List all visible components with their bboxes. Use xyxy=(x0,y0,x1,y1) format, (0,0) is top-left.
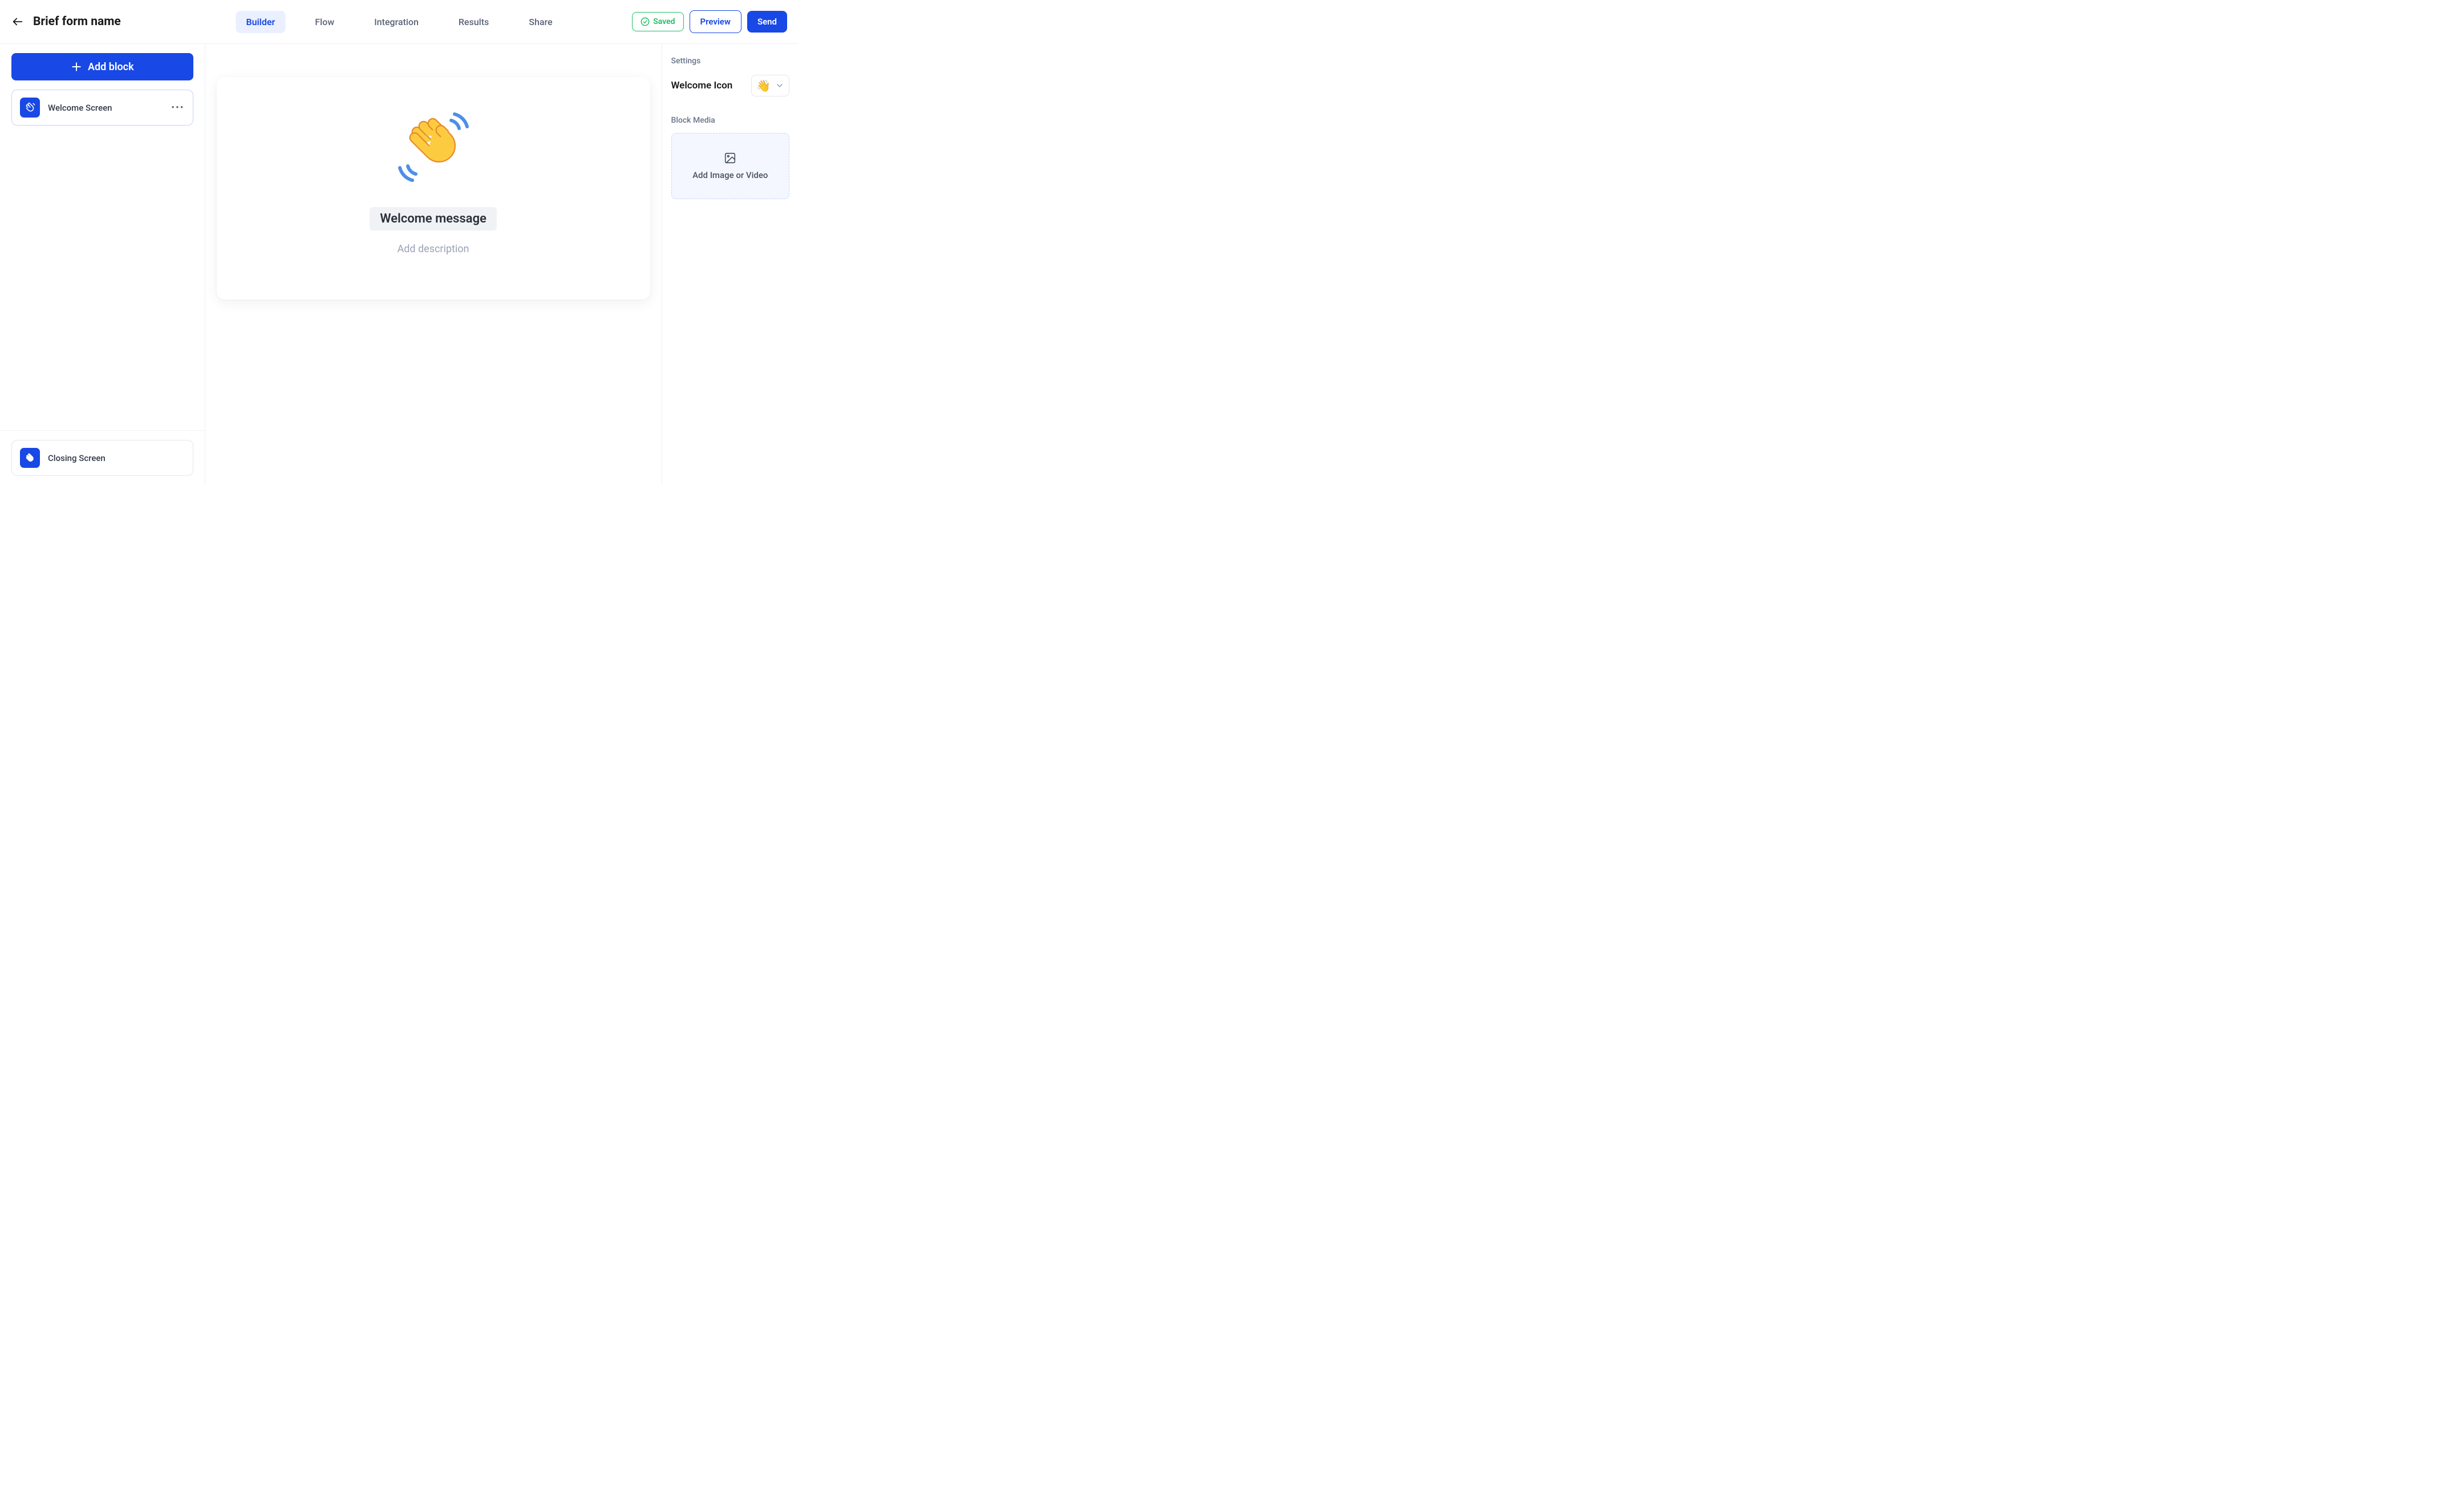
welcome-icon-row: Welcome Icon 👋 xyxy=(671,75,789,96)
form-title[interactable]: Brief form name xyxy=(33,15,121,29)
header-right: Saved Preview Send xyxy=(632,10,787,33)
builder-canvas: Welcome message Add description xyxy=(205,44,662,485)
plus-icon xyxy=(71,61,82,72)
blocks-sidebar: Add block Welcome Screen ••• Closing Scr… xyxy=(0,44,205,485)
tab-builder[interactable]: Builder xyxy=(236,11,285,33)
block-media-label: Block Media xyxy=(671,116,789,125)
welcome-icon-label: Welcome Icon xyxy=(671,80,733,91)
add-block-label: Add block xyxy=(88,61,134,73)
preview-button[interactable]: Preview xyxy=(690,10,741,33)
chevron-down-icon xyxy=(775,81,784,90)
block-item-label: Welcome Screen xyxy=(48,103,112,113)
block-item-welcome[interactable]: Welcome Screen ••• xyxy=(11,90,193,126)
settings-panel: Settings Welcome Icon 👋 Block Media Add … xyxy=(662,44,799,485)
wave-filled-icon xyxy=(25,452,36,464)
wave-outline-icon xyxy=(25,102,36,114)
check-circle-icon xyxy=(641,17,650,26)
wave-hand-small-icon: 👋 xyxy=(756,79,771,92)
welcome-description-input[interactable]: Add description xyxy=(398,243,469,255)
saved-label: Saved xyxy=(653,17,675,26)
header-left: Brief form name xyxy=(11,15,121,29)
saved-badge: Saved xyxy=(632,12,683,31)
app-header: Brief form name Builder Flow Integration… xyxy=(0,0,799,44)
welcome-block-icon xyxy=(20,98,40,118)
back-button[interactable] xyxy=(11,15,24,28)
arrow-left-icon xyxy=(11,15,24,28)
settings-title: Settings xyxy=(671,56,789,66)
sidebar-bottom: Closing Screen xyxy=(0,430,205,476)
closing-block-icon xyxy=(20,448,40,468)
header-tabs: Builder Flow Integration Results Share xyxy=(236,11,562,33)
image-icon xyxy=(724,152,736,164)
welcome-hero-icon xyxy=(396,110,471,184)
block-item-menu[interactable]: ••• xyxy=(171,102,184,114)
send-button[interactable]: Send xyxy=(747,11,787,33)
block-item-closing[interactable]: Closing Screen xyxy=(11,440,193,476)
add-block-button[interactable]: Add block xyxy=(11,53,193,80)
tab-share[interactable]: Share xyxy=(518,11,562,33)
welcome-card[interactable]: Welcome message Add description xyxy=(217,77,650,300)
tab-flow[interactable]: Flow xyxy=(305,11,345,33)
wave-hand-icon xyxy=(396,110,471,184)
welcome-icon-select[interactable]: 👋 xyxy=(751,75,789,96)
media-drop-label: Add Image or Video xyxy=(692,170,768,180)
main-area: Add block Welcome Screen ••• Closing Scr… xyxy=(0,44,799,485)
closing-block-label: Closing Screen xyxy=(48,453,106,463)
welcome-message-input[interactable]: Welcome message xyxy=(370,207,497,231)
tab-integration[interactable]: Integration xyxy=(364,11,429,33)
media-dropzone[interactable]: Add Image or Video xyxy=(671,133,789,199)
tab-results[interactable]: Results xyxy=(448,11,499,33)
